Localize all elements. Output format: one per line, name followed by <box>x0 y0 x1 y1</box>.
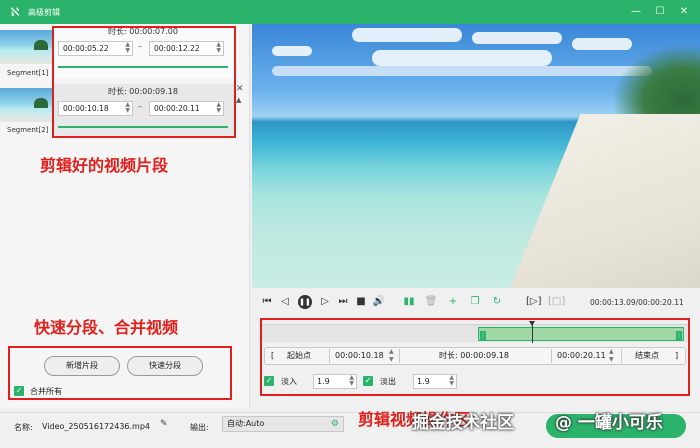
add-icon[interactable]: + <box>446 295 460 309</box>
quick-split-button[interactable]: 快速分段 <box>127 356 203 376</box>
segment-end-input[interactable]: 00:00:12.22 ▲ ▼ <box>149 41 224 56</box>
bracket-left-icon: [ <box>271 351 275 360</box>
fade-in-checkbox[interactable]: ✓ <box>264 376 274 386</box>
volume-icon[interactable]: 🔊 <box>372 295 386 309</box>
trim-start-handle[interactable]: ⋮ <box>480 331 486 341</box>
name-label: 名称: <box>14 423 33 432</box>
fade-in-input[interactable]: 1.9 ▲ ▼ <box>313 374 357 389</box>
spinner-icon[interactable]: ▲ ▼ <box>609 348 614 364</box>
copy-icon[interactable]: ❐ <box>468 295 482 309</box>
mark-range-icon[interactable]: [▷] <box>526 295 542 309</box>
fade-in-label: 淡入 <box>281 377 297 386</box>
segment-thumbnail[interactable] <box>0 88 52 122</box>
time-readout: 00:00:13.09/00:00:20.11 <box>590 298 684 307</box>
bracket-right-icon: ] <box>675 351 679 360</box>
range-separator: – <box>138 102 142 111</box>
merge-all-checkbox[interactable]: ✓ <box>14 386 24 396</box>
window-title: 高级剪辑 <box>28 7 60 17</box>
segment-duration: 时长: 00:00:07.00 <box>108 27 178 36</box>
trash-icon[interactable]: 🗑 <box>424 295 438 309</box>
title-bar: ℵ 高级剪辑 — ☐ ✕ <box>0 0 700 24</box>
cloud <box>572 38 632 50</box>
segment-start-input[interactable]: 00:00:05.22 ▲ ▼ <box>58 41 133 56</box>
scroll-up-icon[interactable]: ▲ <box>236 96 241 104</box>
timeline-selection[interactable]: ⋮ ⋮ <box>478 327 684 341</box>
filename-text: Video_250516172436.mp4 <box>42 422 150 431</box>
segment-label: Segment[2] <box>7 126 49 134</box>
spinner-icon[interactable]: ▲ ▼ <box>449 375 454 387</box>
annotation-segments: 剪辑好的视频片段 <box>40 156 169 175</box>
video-preview[interactable] <box>252 24 700 288</box>
spinner-icon[interactable]: ▲ ▼ <box>125 102 130 114</box>
cloud <box>472 32 562 44</box>
timeline-track[interactable]: ⋮ ⋮ <box>262 321 688 343</box>
stop-icon[interactable]: ■ <box>354 295 368 309</box>
output-select[interactable]: 自动:Auto ⚙ <box>222 416 344 432</box>
cloud <box>352 28 462 42</box>
app-logo-icon: ℵ <box>10 5 20 19</box>
spinner-icon[interactable]: ▲ ▼ <box>125 42 130 54</box>
fade-out-label: 淡出 <box>380 377 396 386</box>
segment-duration: 时长: 00:00:09.18 <box>108 87 178 96</box>
segment-label: Segment[1] <box>7 69 49 77</box>
watermark-left: 掘金技术社区 <box>412 413 514 433</box>
close-icon[interactable]: ✕ <box>676 4 692 20</box>
fade-out-input[interactable]: 1.9 ▲ ▼ <box>413 374 457 389</box>
player-controls: ⏮ ◁ ❚❚ ▷ ⏭ ■ 🔊 ▮▮ 🗑 + ❐ ↻ [▷] [□] 00:00:… <box>252 292 700 314</box>
mark-clear-icon[interactable]: [□] <box>548 295 565 309</box>
skip-end-icon[interactable]: ⏭ <box>336 295 350 309</box>
step-back-icon[interactable]: ◁ <box>278 295 292 309</box>
trim-start-input[interactable]: 00:00:10.18 <box>335 348 384 364</box>
end-point-button[interactable]: 结束点 <box>635 348 659 364</box>
segment-progress-bar <box>58 126 228 128</box>
minimize-icon[interactable]: — <box>628 4 644 20</box>
playhead[interactable] <box>528 321 535 343</box>
fade-out-checkbox[interactable]: ✓ <box>363 376 373 386</box>
pause-icon[interactable]: ❚❚ <box>298 295 312 309</box>
step-forward-icon[interactable]: ▷ <box>318 295 332 309</box>
cloud <box>272 66 652 76</box>
trim-end-handle[interactable]: ⋮ <box>676 331 682 341</box>
segment-card[interactable]: 时长: 00:00:09.18 00:00:10.18 ▲ ▼ – 00:00:20… <box>52 84 234 138</box>
trim-controls: [ 起始点 00:00:10.18 ▲ ▼ 时长: 00:00:09.18 00:… <box>264 347 686 365</box>
range-separator: – <box>138 42 142 51</box>
watermark-right: @ 一罐小可乐 <box>555 413 663 433</box>
segment-thumbnail[interactable] <box>0 30 52 64</box>
segment-panel <box>0 24 250 408</box>
cloud <box>372 50 552 66</box>
spinner-icon[interactable]: ▲ ▼ <box>389 348 394 364</box>
merge-all-label: 合并所有 <box>30 387 62 396</box>
annotation-split-merge: 快速分段、合并视频 <box>34 318 179 337</box>
segment-card[interactable]: 时长: 00:00:07.00 00:00:05.22 ▲ ▼ – 00:00:12… <box>52 24 234 78</box>
segment-progress-bar <box>58 66 228 68</box>
spinner-icon[interactable]: ▲ ▼ <box>216 102 221 114</box>
split-icon[interactable]: ▮▮ <box>402 295 416 309</box>
add-segment-button[interactable]: 新增片段 <box>44 356 120 376</box>
segment-start-input[interactable]: 00:00:10.18 ▲ ▼ <box>58 101 133 116</box>
trim-end-input[interactable]: 00:00:20.11 <box>557 348 606 364</box>
maximize-icon[interactable]: ☐ <box>652 4 668 20</box>
edit-name-icon[interactable]: ✎ <box>160 419 168 429</box>
trim-duration: 时长: 00:00:09.18 <box>439 351 509 360</box>
start-point-button[interactable]: 起始点 <box>287 348 311 364</box>
spinner-icon[interactable]: ▲ ▼ <box>349 375 354 387</box>
gear-icon[interactable]: ⚙ <box>331 417 339 431</box>
spinner-icon[interactable]: ▲ ▼ <box>216 42 221 54</box>
cloud <box>272 46 312 56</box>
delete-segment-icon[interactable]: ✕ <box>236 84 244 94</box>
output-label: 输出: <box>190 423 209 432</box>
segment-end-input[interactable]: 00:00:20.11 ▲ ▼ <box>149 101 224 116</box>
reset-icon[interactable]: ↻ <box>490 295 504 309</box>
skip-start-icon[interactable]: ⏮ <box>260 295 274 309</box>
